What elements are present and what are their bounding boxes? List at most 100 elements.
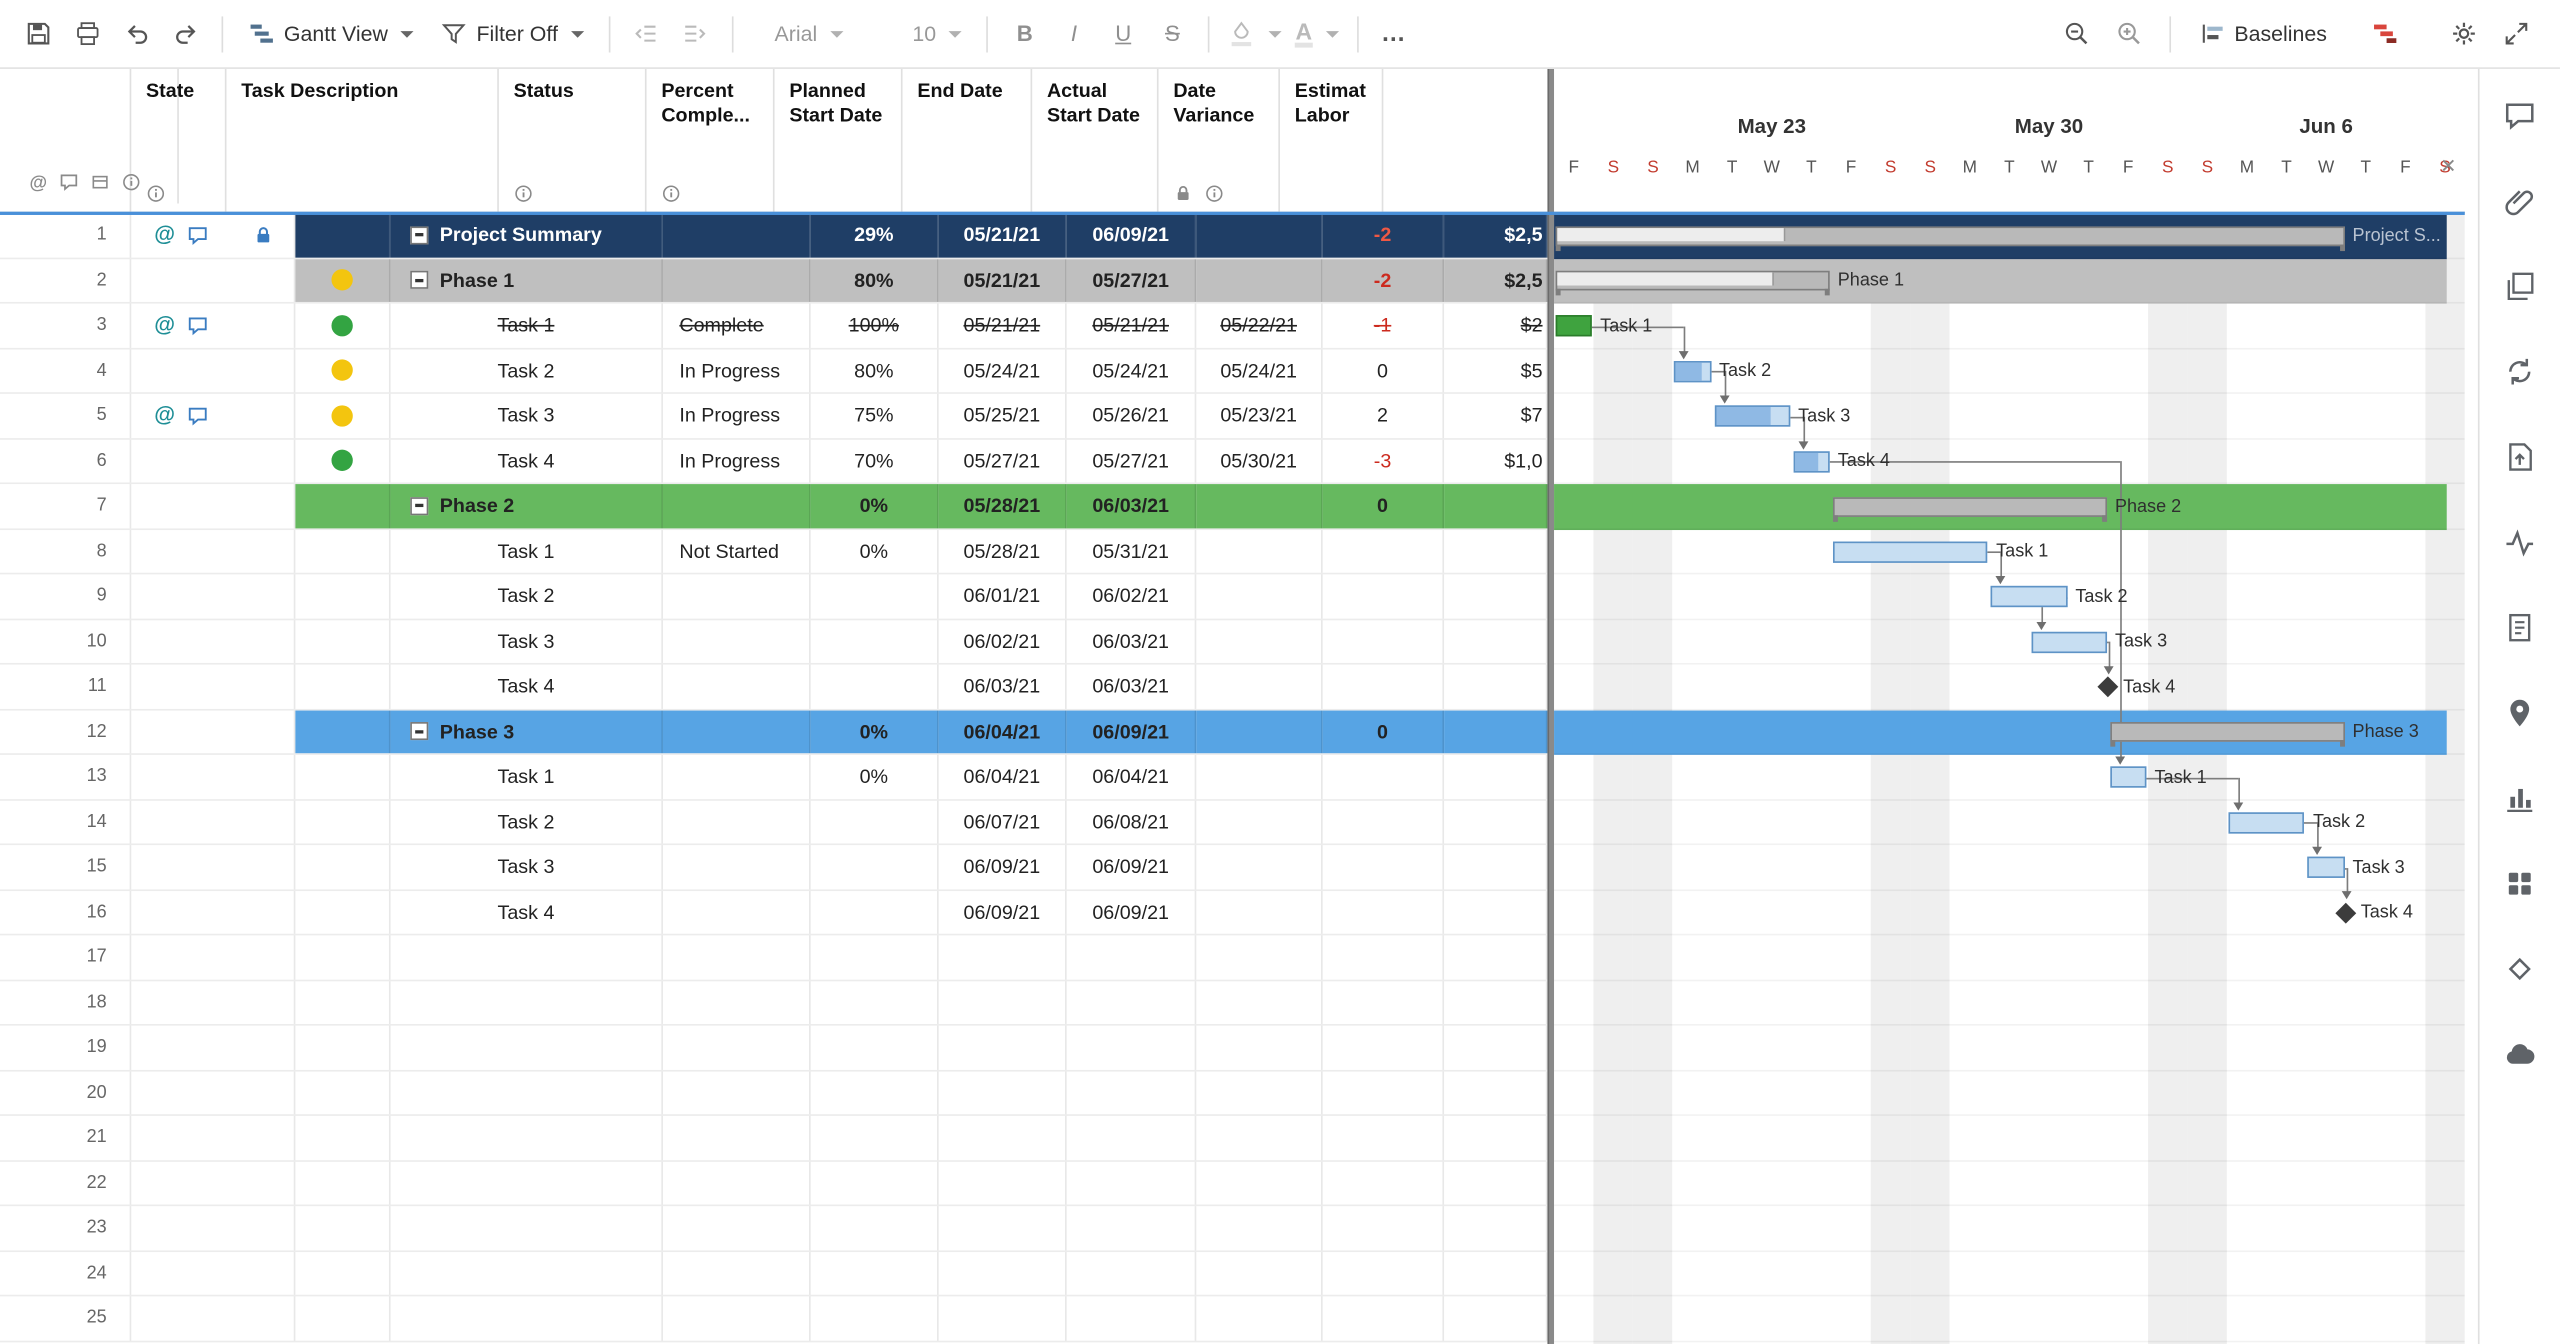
gantt-bar-summary[interactable] [1833,497,2107,517]
cell-end[interactable] [1067,1116,1197,1159]
cell-labor[interactable] [1444,665,1547,708]
cell-labor[interactable]: $7 [1444,394,1547,437]
cell-start[interactable] [939,1071,1067,1114]
cell-state[interactable] [295,574,390,617]
comment-icon[interactable] [187,315,208,336]
cell-actual[interactable] [1196,755,1322,798]
cell-variance[interactable]: 0 [1323,710,1444,753]
cell-icons[interactable]: @ [131,304,295,347]
cell-end[interactable]: 06/09/21 [1067,845,1197,888]
outdent-button[interactable] [622,9,671,58]
cell-status[interactable]: Not Started [663,529,811,572]
cell-status[interactable] [663,619,811,662]
cell-actual[interactable] [1196,665,1322,708]
cell-status[interactable]: In Progress [663,349,811,392]
cell-pct[interactable]: 80% [811,349,939,392]
cell-start[interactable] [939,1116,1067,1159]
cell-variance[interactable] [1323,529,1444,572]
cell-variance[interactable] [1323,845,1444,888]
cell-pct[interactable] [811,890,939,933]
cell-pct[interactable]: 75% [811,394,939,437]
cell-status[interactable] [663,258,811,301]
cell-end[interactable]: 06/09/21 [1067,213,1197,256]
view-selector-button[interactable]: Gantt View [235,9,428,58]
cell-icons[interactable] [131,1206,295,1249]
cell-actual[interactable] [1196,980,1322,1023]
redo-button[interactable] [161,9,210,58]
cell-labor[interactable]: $5 [1444,349,1547,392]
cell-pct[interactable]: 80% [811,258,939,301]
cell-actual[interactable] [1196,1161,1322,1204]
cell-state[interactable] [295,529,390,572]
cell-pct[interactable] [811,574,939,617]
collapse-toggle[interactable] [410,722,428,740]
collapse-toggle[interactable] [410,271,428,289]
cell-variance[interactable] [1323,1296,1444,1339]
grid-gantt-divider[interactable] [1547,69,1554,1344]
cell-end[interactable]: 05/27/21 [1067,258,1197,301]
cell-state[interactable] [295,619,390,662]
cell-start[interactable]: 06/04/21 [939,710,1067,753]
cell-variance[interactable] [1323,1026,1444,1069]
gantt-bar-task[interactable] [2110,767,2146,788]
cell-variance[interactable]: 0 [1323,349,1444,392]
cell-status[interactable] [663,755,811,798]
cell-end[interactable] [1067,1071,1197,1114]
cell-state[interactable] [295,1071,390,1114]
connectors-button[interactable] [2492,942,2548,995]
cell-state[interactable] [295,800,390,843]
cell-labor[interactable]: $2,5 [1444,258,1547,301]
cell-status[interactable] [663,1296,811,1339]
cell-desc[interactable] [391,1206,663,1249]
conversations-button[interactable] [2492,89,2548,142]
cell-icons[interactable] [131,710,295,753]
gantt-close-button[interactable]: ✕ [2440,154,2457,177]
cell-pct[interactable] [811,1116,939,1159]
cell-end[interactable] [1067,1206,1197,1249]
cell-start[interactable]: 06/03/21 [939,665,1067,708]
comment-icon[interactable] [187,405,208,426]
cell-status[interactable] [663,574,811,617]
cell-icons[interactable] [131,980,295,1023]
cell-end[interactable] [1067,1026,1197,1069]
cell-status[interactable] [663,665,811,708]
cell-state[interactable] [295,710,390,753]
cell-actual[interactable] [1196,213,1322,256]
cell-variance[interactable] [1323,1071,1444,1114]
cell-icons[interactable] [131,755,295,798]
cell-icons[interactable] [131,529,295,572]
cell-state[interactable] [295,1206,390,1249]
cell-actual[interactable] [1196,1296,1322,1339]
cell-desc[interactable]: Task 1 [391,304,663,347]
font-size-select[interactable]: 10 [899,9,975,58]
cell-start[interactable]: 06/07/21 [939,800,1067,843]
cell-labor[interactable] [1444,755,1547,798]
cell-status[interactable] [663,890,811,933]
more-options-button[interactable]: … [1370,9,1419,58]
cell-labor[interactable] [1444,800,1547,843]
cell-desc[interactable] [391,1026,663,1069]
cell-state[interactable] [295,304,390,347]
cell-icons[interactable]: @ [131,213,295,256]
cell-pct[interactable] [811,1071,939,1114]
cell-state[interactable] [295,258,390,301]
critical-path-button[interactable] [2360,9,2409,58]
cell-end[interactable]: 06/04/21 [1067,755,1197,798]
cell-start[interactable] [939,1206,1067,1249]
bold-button[interactable]: B [1000,9,1049,58]
cell-desc[interactable]: Task 3 [391,845,663,888]
column-header-labor[interactable]: Estimat Labor [1280,69,1383,212]
summary-button[interactable] [2492,601,2548,654]
cell-variance[interactable] [1323,935,1444,978]
cell-start[interactable] [939,980,1067,1023]
cell-icons[interactable] [131,1116,295,1159]
indent-button[interactable] [671,9,720,58]
cell-pct[interactable]: 29% [811,213,939,256]
cell-labor[interactable] [1444,710,1547,753]
cell-status[interactable]: In Progress [663,394,811,437]
cell-start[interactable]: 05/27/21 [939,439,1067,482]
cell-pct[interactable]: 0% [811,710,939,753]
cell-icons[interactable] [131,1026,295,1069]
cell-actual[interactable] [1196,1116,1322,1159]
cell-labor[interactable] [1444,1026,1547,1069]
